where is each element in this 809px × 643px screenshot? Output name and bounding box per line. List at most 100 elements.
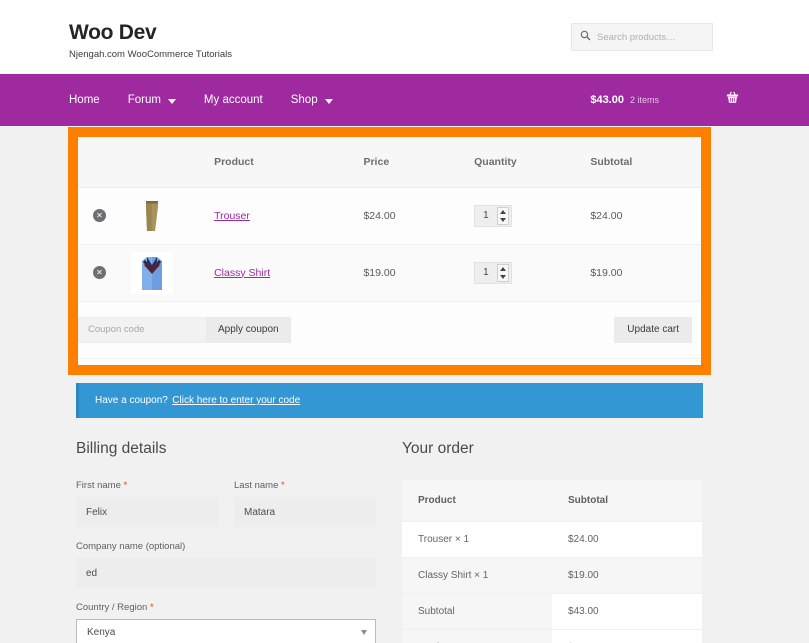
order-total-value: $43.00 [552, 628, 702, 643]
order-line-label: Trouser × 1 [402, 520, 552, 557]
chevron-down-icon [361, 630, 367, 635]
name-fields-row: First name * Felix Last name * Matara [76, 480, 376, 541]
first-name-field[interactable]: Felix [76, 497, 218, 527]
country-label: Country / Region * [76, 602, 376, 613]
cart-table-body: ✕ Trouser $24.00 1 $24.00 ✕ Classy Shirt… [78, 187, 701, 359]
coupon-notice-link[interactable]: Click here to enter your code [172, 395, 300, 406]
nav-item-my-account[interactable]: My account [190, 94, 277, 106]
classy-shirt-thumbnail[interactable] [131, 251, 174, 294]
cart-header-price: Price [363, 137, 475, 188]
update-cart-button[interactable]: Update cart [614, 316, 692, 343]
cart-cell-product: Trouser [214, 187, 364, 245]
checkout-section: Billing details First name * Felix Last … [76, 440, 703, 643]
order-line-value: $19.00 [552, 556, 702, 593]
cart-header-row: Product Price Quantity Subtotal [78, 137, 701, 188]
order-table-head: Product Subtotal [402, 480, 702, 521]
table-row: Classy Shirt × 1 $19.00 [402, 556, 702, 593]
cart-cell-remove: ✕ [78, 187, 132, 245]
quantity-value: 1 [483, 267, 489, 278]
remove-item-button[interactable]: ✕ [93, 266, 106, 279]
quantity-stepper[interactable]: 1 [474, 204, 513, 227]
table-row: Total $43.00 [402, 628, 702, 643]
nav-item-label: Forum [127, 94, 161, 106]
nav-item-forum[interactable]: Forum [114, 94, 190, 106]
cart-total-amount: $43.00 [590, 94, 624, 106]
cart-item-count: 2 items [629, 95, 659, 105]
cart-cell-quantity: 1 [474, 244, 591, 302]
required-mark: * [149, 602, 154, 613]
nav-item-label: Home [69, 94, 100, 106]
nav-item-home[interactable]: Home [69, 94, 114, 106]
order-subtotal-value: $43.00 [552, 592, 702, 629]
cart-header-product: Product [214, 137, 364, 188]
cart-cell-product: Classy Shirt [214, 244, 364, 302]
order-header-subtotal: Subtotal [552, 480, 702, 521]
order-line-value: $24.00 [552, 520, 702, 557]
cart-cell-subtotal: $19.00 [590, 244, 701, 302]
country-select[interactable]: Kenya [76, 619, 376, 643]
company-field-group: Company name (optional) ed [76, 541, 376, 588]
cart-header-subtotal: Subtotal [590, 137, 701, 188]
company-label: Company name (optional) [76, 541, 186, 552]
quantity-increment-icon[interactable] [500, 266, 507, 271]
quantity-arrows[interactable] [497, 206, 510, 225]
order-table-body: Trouser × 1 $24.00 Classy Shirt × 1 $19.… [402, 520, 702, 643]
remove-item-button[interactable]: ✕ [93, 209, 106, 222]
cart-cell-price: $19.00 [363, 244, 475, 302]
nav-item-shop[interactable]: Shop [277, 94, 347, 106]
coupon-notice-text: Have a coupon? [95, 395, 168, 406]
site-tagline: Njengah.com WooCommerce Tutorials [69, 49, 232, 61]
quantity-decrement-icon[interactable] [500, 217, 507, 222]
coupon-notice: Have a coupon? Click here to enter your … [76, 383, 703, 418]
order-title: Your order [402, 440, 474, 457]
cart-table: Product Price Quantity Subtotal ✕ Trouse… [78, 137, 701, 359]
quantity-stepper[interactable]: 1 [474, 261, 513, 284]
cart-container: Product Price Quantity Subtotal ✕ Trouse… [78, 137, 701, 365]
site-header: Woo Dev Njengah.com WooCommerce Tutorial… [0, 0, 809, 74]
last-name-label-text: Last name [234, 480, 279, 491]
cart-actions-bar: Coupon code Apply coupon Update cart [78, 316, 701, 343]
country-label-text: Country / Region [76, 602, 148, 613]
cart-header-quantity: Quantity [474, 137, 591, 188]
search-placeholder: Search products… [597, 31, 676, 43]
search-icon [580, 28, 591, 46]
last-name-label: Last name * [234, 480, 376, 491]
first-name-field-group: First name * Felix [76, 480, 218, 527]
quantity-arrows[interactable] [497, 263, 510, 282]
branding: Woo Dev Njengah.com WooCommerce Tutorial… [69, 21, 232, 60]
order-total-label: Total [402, 628, 552, 643]
apply-coupon-button[interactable]: Apply coupon [206, 316, 291, 343]
table-row: ✕ [78, 244, 701, 302]
cart-cell-thumbnail [131, 244, 215, 302]
search-input[interactable]: Search products… [571, 23, 713, 51]
main-navigation: Home Forum My account Shop $43.00 2 item… [0, 74, 809, 126]
last-name-field-group: Last name * Matara [234, 480, 376, 527]
order-column: Your order Product Subtotal Trouser × 1 … [402, 440, 702, 643]
page-root: Woo Dev Njengah.com WooCommerce Tutorial… [0, 0, 809, 643]
chevron-down-icon [324, 98, 333, 104]
cart-summary[interactable]: $43.00 2 items [590, 74, 740, 126]
cart-cell-remove: ✕ [78, 244, 132, 302]
company-field[interactable]: ed [76, 558, 376, 588]
nav-item-label: My account [203, 94, 263, 106]
site-title: Woo Dev [69, 21, 157, 44]
cart-header-remove [78, 137, 132, 188]
table-row: Subtotal $43.00 [402, 592, 702, 629]
product-link[interactable]: Trouser [214, 210, 250, 222]
last-name-field[interactable]: Matara [234, 497, 376, 527]
first-name-label: First name * [76, 480, 218, 491]
country-field-group: Country / Region * Kenya [76, 602, 376, 643]
nav-item-label: Shop [290, 94, 318, 106]
billing-title: Billing details [76, 440, 167, 457]
order-line-label: Classy Shirt × 1 [402, 556, 552, 593]
shopping-basket-icon[interactable] [725, 90, 740, 110]
cart-cell-quantity: 1 [474, 187, 591, 245]
trouser-thumbnail[interactable] [131, 194, 174, 237]
table-row: ✕ [78, 187, 701, 245]
coupon-code-input[interactable]: Coupon code [78, 316, 206, 343]
quantity-decrement-icon[interactable] [500, 274, 507, 279]
country-selected-value: Kenya [87, 627, 116, 638]
product-link[interactable]: Classy Shirt [214, 267, 270, 279]
cart-header-thumbnail [131, 137, 215, 188]
quantity-increment-icon[interactable] [500, 209, 507, 214]
